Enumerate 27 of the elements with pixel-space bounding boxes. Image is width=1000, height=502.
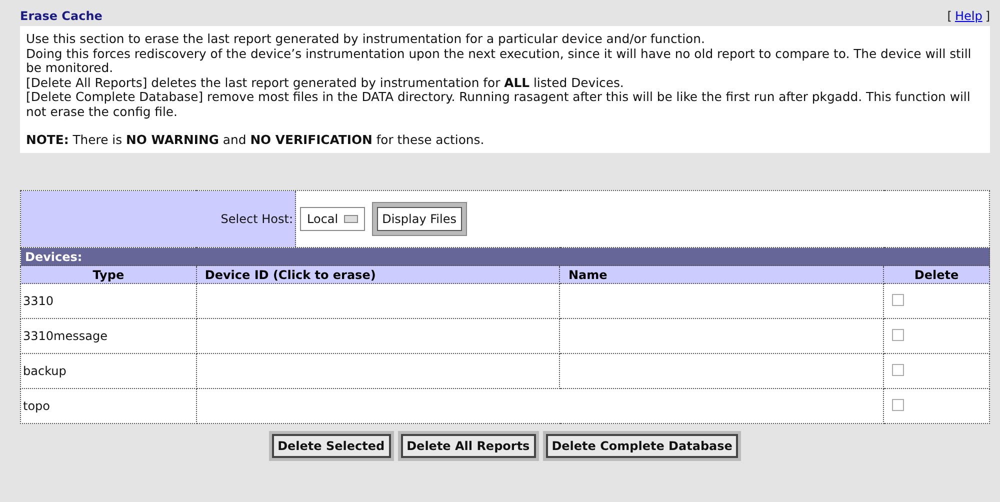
delete-checkbox[interactable] bbox=[892, 328, 904, 341]
column-header: Device ID (Click to erase) bbox=[196, 266, 560, 284]
description-text: [Delete All Reports] deletes the last report generated by instrumentation for ALL listed Devices. bbox=[26, 76, 625, 90]
description-text: Use this section to erase the last report generated by instrumentation for a particular device and/or function. bbox=[26, 32, 706, 47]
delete-button[interactable]: Delete All Reports bbox=[400, 434, 536, 458]
host-select[interactable]: Local bbox=[300, 207, 366, 232]
delete-checkbox[interactable] bbox=[892, 398, 904, 411]
column-header: Delete bbox=[884, 266, 990, 284]
delete-checkbox[interactable] bbox=[892, 364, 904, 376]
section-title: Erase Cache bbox=[20, 9, 102, 23]
description-text: [Delete Complete Database] remove most files in the DATA directory. Running rasagent after this will be like the first run after pkgadd. This function will not erase the config file. bbox=[26, 90, 972, 120]
dropdown-icon bbox=[344, 215, 358, 224]
host-label: Select Host: bbox=[220, 212, 293, 226]
table-cell: 3310message bbox=[20, 318, 196, 354]
description-text: Doing this forces rediscovery of the device’s instrumentation upon the next execution, since it will have no old report to compare to. The device will still be monitored. bbox=[26, 46, 972, 76]
help-link[interactable]: Help bbox=[954, 9, 982, 23]
column-header: Name bbox=[560, 266, 884, 284]
table-cell: 3310 bbox=[20, 284, 196, 319]
note-text: NOTE: There is NO WARNING and NO VERIFICATION for these actions. bbox=[26, 132, 486, 148]
delete-button[interactable]: Delete Selected bbox=[272, 434, 391, 458]
table-cell: topo bbox=[20, 388, 196, 424]
delete-button[interactable]: Delete Complete Database bbox=[546, 434, 738, 458]
devices-header-bar: Devices: bbox=[20, 248, 990, 266]
help-link-group: [ Help ] bbox=[947, 9, 990, 23]
table-cell: backup bbox=[20, 354, 196, 389]
delete-checkbox[interactable] bbox=[892, 294, 904, 306]
column-header: Type bbox=[20, 266, 196, 284]
